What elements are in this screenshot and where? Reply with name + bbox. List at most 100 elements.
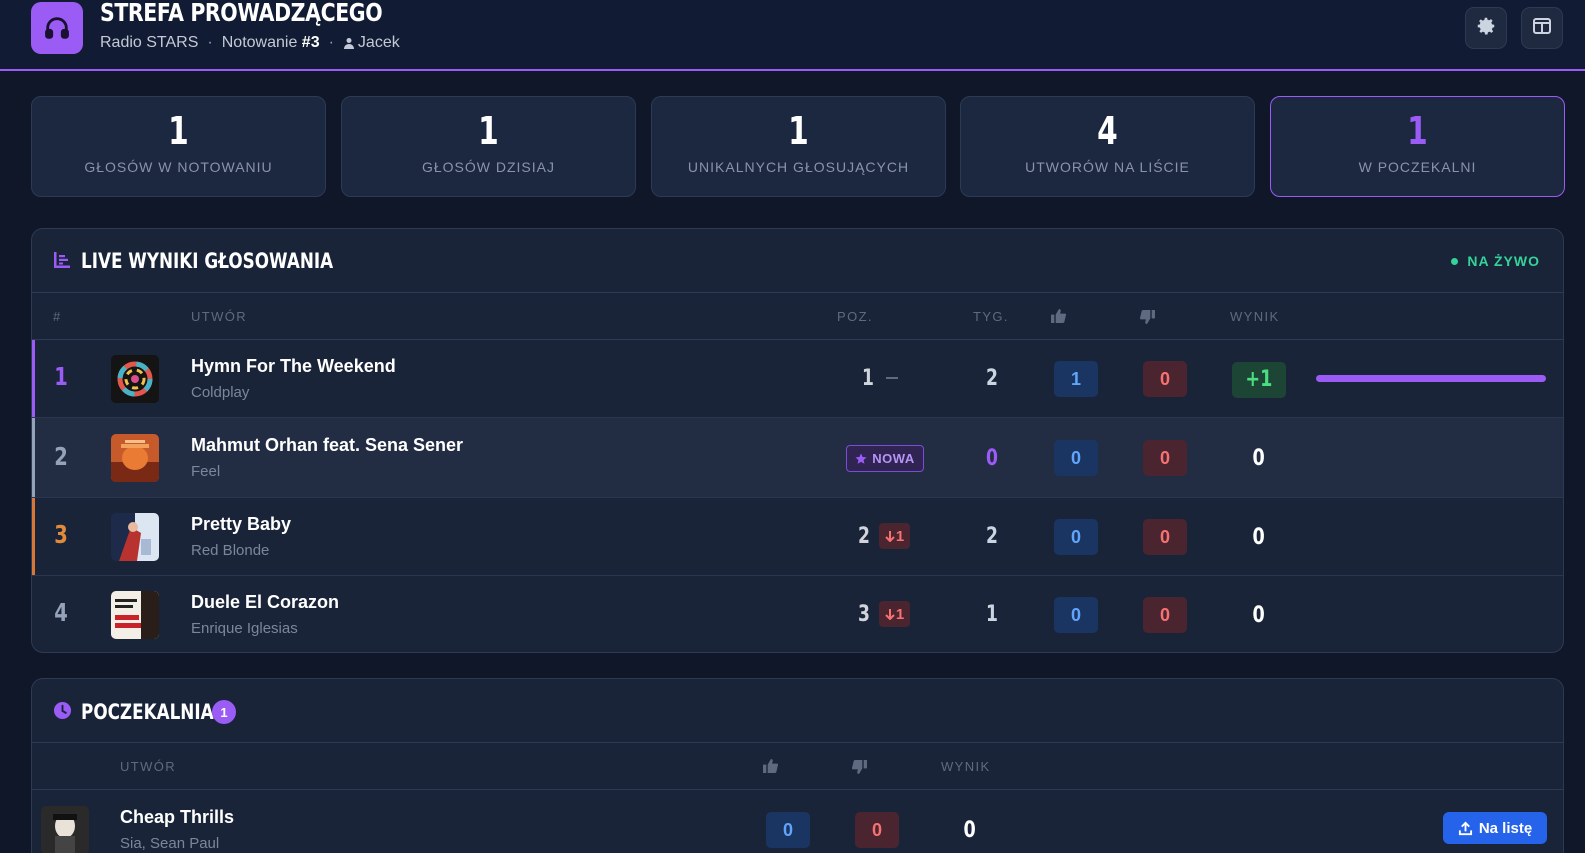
user-name: Jacek: [357, 34, 400, 51]
stat-card-waiting-room[interactable]: 1 W POCZEKALNI: [1270, 96, 1565, 197]
app-header: STREFA PROWADZĄCEGO Radio STARS · Notowa…: [0, 0, 1585, 71]
stat-card-votes-chart: 1 GŁOSÓW W NOTOWANIU: [31, 96, 326, 197]
live-label: NA ŻYWO: [1467, 253, 1540, 269]
track-artist: Sia, Sean Paul: [120, 835, 220, 852]
list-item[interactable]: Cheap Thrills Sia, Sean Paul 0 0 0 Na li…: [32, 791, 1563, 853]
star-icon: [855, 453, 867, 464]
headphones-icon: [31, 2, 83, 54]
stat-value: 1: [168, 109, 189, 153]
chart-number: #3: [301, 34, 320, 51]
add-to-list-button[interactable]: Na listę: [1443, 812, 1547, 844]
album-cover: [111, 513, 159, 561]
rank-number: 1: [54, 362, 68, 391]
rank-number: 3: [54, 520, 68, 549]
weeks-on-chart: 2: [986, 366, 998, 391]
thumbs-up-icon: [1051, 309, 1067, 328]
thumbs-down-icon: [851, 760, 867, 779]
stat-label: UTWORÓW NA LIŚCIE: [1025, 159, 1190, 175]
page-title: STREFA PROWADZĄCEGO: [100, 0, 383, 27]
upvote-count: 0: [1054, 440, 1098, 476]
panel-header: LIVE WYNIKI GŁOSOWANIA NA ŻYWO: [32, 229, 1563, 293]
previous-position: 2: [858, 524, 870, 549]
panel-header: POCZEKALNIA 1: [32, 679, 1563, 743]
track-artist: Coldplay: [191, 384, 250, 401]
separator: ·: [328, 34, 334, 51]
live-indicator: NA ŻYWO: [1451, 253, 1540, 269]
track-title: Hymn For The Weekend: [191, 356, 396, 376]
live-dot-icon: [1451, 257, 1459, 265]
track-artist: Enrique Iglesias: [191, 620, 298, 637]
score-value: 0: [1252, 603, 1266, 628]
bar-chart-icon: [53, 251, 71, 274]
thumbs-up-icon: [763, 759, 779, 778]
previous-position: 3: [858, 602, 870, 627]
score-badge: +1: [1232, 362, 1286, 398]
stat-value: 4: [1097, 109, 1118, 153]
waiting-count-badge: 1: [212, 700, 236, 724]
rank-stripe: [32, 340, 35, 417]
position-change: 1: [879, 601, 910, 627]
stat-card-unique-voters: 1 UNIKALNYCH GŁOSUJĄCYCH: [651, 96, 946, 197]
upvote-count: 0: [1054, 519, 1098, 555]
upload-icon: [1458, 821, 1472, 835]
upvote-count: 0: [766, 812, 810, 848]
score-value: 0: [1252, 525, 1266, 550]
table-header: # UTWÓR POZ. TYG. WYNIK: [32, 293, 1563, 340]
track-title: Duele El Corazon: [191, 592, 340, 612]
col-track: UTWÓR: [191, 309, 248, 324]
layout-toggle-button[interactable]: [1521, 7, 1563, 49]
upvote-count: 1: [1054, 361, 1098, 397]
waiting-room-panel: POCZEKALNIA 1 UTWÓR WYNIK Cheap Thrills …: [31, 678, 1564, 853]
header-subtitle: Radio STARS · Notowanie #3 · Jacek: [100, 34, 400, 52]
rank-number: 2: [54, 442, 68, 471]
new-badge-label: NOWA: [872, 451, 915, 466]
arrow-down-icon: [885, 609, 895, 620]
separator: ·: [207, 34, 213, 51]
user-icon: [343, 37, 355, 49]
stat-label: GŁOSÓW DZISIAJ: [421, 159, 555, 175]
weeks-on-chart: 1: [986, 602, 998, 627]
arrow-down-icon: [885, 531, 895, 542]
stat-value: 1: [1407, 109, 1428, 153]
stat-label: GŁOSÓW W NOTOWANIU: [84, 159, 273, 175]
chart-label: Notowanie: [221, 34, 298, 51]
stat-value: 1: [788, 109, 809, 153]
col-track: UTWÓR: [120, 759, 177, 774]
track-title: Cheap Thrills: [120, 807, 235, 827]
stat-card-votes-today: 1 GŁOSÓW DZISIAJ: [341, 96, 636, 197]
col-weeks: TYG.: [973, 309, 1009, 324]
table-row[interactable]: 3 Pretty Baby Red Blonde 2 1 2 0 0 0: [32, 498, 1563, 576]
downvote-count: 0: [1143, 440, 1187, 476]
table-row[interactable]: 2 Mahmut Orhan feat. Sena Sener Feel NOW…: [32, 418, 1563, 498]
track-artist: Feel: [191, 463, 221, 480]
columns-icon: [1532, 16, 1552, 41]
album-cover: [41, 806, 89, 853]
rank-number: 4: [54, 598, 68, 627]
weeks-on-chart: 2: [986, 524, 998, 549]
downvote-count: 0: [1143, 597, 1187, 633]
table-row[interactable]: 1 Hymn For The Weekend Coldplay 1 2 1 0 …: [32, 340, 1563, 418]
previous-position: 1: [862, 366, 874, 391]
live-results-panel: LIVE WYNIKI GŁOSOWANIA NA ŻYWO # UTWÓR P…: [31, 228, 1564, 653]
track-artist: Red Blonde: [191, 542, 270, 559]
col-score: WYNIK: [941, 759, 991, 774]
col-score: WYNIK: [1230, 309, 1280, 324]
upvote-count: 0: [1054, 597, 1098, 633]
rank-stripe: [32, 498, 35, 575]
table-row[interactable]: 4 Duele El Corazon Enrique Iglesias 3 1 …: [32, 576, 1563, 652]
panel-title: POCZEKALNIA: [81, 700, 214, 724]
track-title: Mahmut Orhan feat. Sena Sener: [191, 435, 464, 455]
thumbs-down-icon: [1139, 310, 1155, 329]
score-progress-bar: [1316, 375, 1546, 382]
no-change-icon: [886, 377, 898, 379]
weeks-on-chart: 0: [986, 446, 998, 471]
stat-card-tracks-on-list: 4 UTWORÓW NA LIŚCIE: [960, 96, 1255, 197]
settings-button[interactable]: [1465, 7, 1507, 49]
score-value: 0: [963, 818, 977, 843]
album-cover: [111, 591, 159, 639]
rank-stripe: [32, 418, 35, 497]
track-title: Pretty Baby: [191, 514, 292, 534]
stat-value: 1: [478, 109, 499, 153]
downvote-count: 0: [1143, 361, 1187, 397]
stat-label: UNIKALNYCH GŁOSUJĄCYCH: [687, 159, 910, 175]
